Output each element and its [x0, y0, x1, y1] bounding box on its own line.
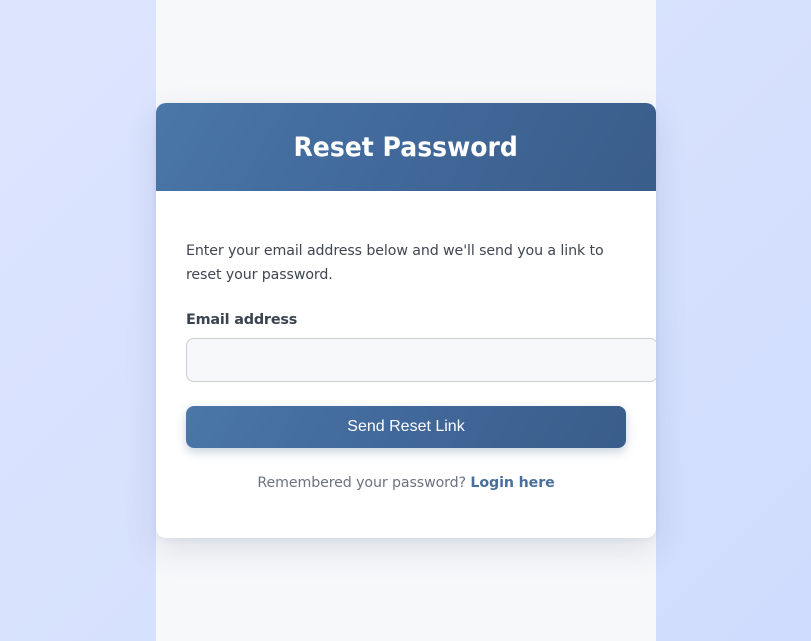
login-prompt: Remembered your password? Login here [156, 473, 656, 493]
send-reset-link-button[interactable]: Send Reset Link [186, 406, 626, 448]
card-header: Reset Password [156, 103, 656, 191]
reset-password-card: Reset Password Enter your email address … [156, 103, 656, 538]
login-link[interactable]: Login here [470, 475, 554, 491]
email-field[interactable] [186, 338, 656, 382]
instructions-text: Enter your email address below and we'll… [186, 243, 604, 283]
page-title: Reset Password [293, 131, 519, 163]
email-label: Email address [186, 312, 298, 328]
login-prompt-text: Remembered your password? [257, 475, 466, 491]
